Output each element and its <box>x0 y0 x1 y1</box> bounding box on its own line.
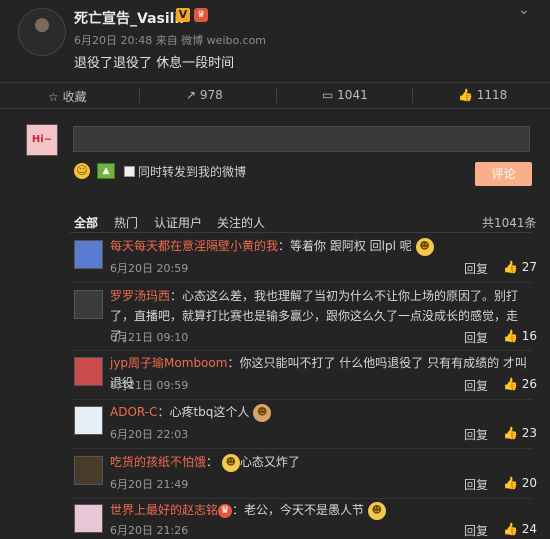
avatar[interactable] <box>74 240 103 269</box>
comment-like-button[interactable]: 👍 27 <box>503 260 537 274</box>
favorite-button[interactable]: ☆ 收藏 <box>48 88 87 105</box>
crown-icon: ♛ <box>194 8 208 22</box>
avatar[interactable] <box>74 406 103 435</box>
comment-like-button[interactable]: 👍 20 <box>503 476 537 490</box>
post-action-bar: ☆ 收藏 ↗ 978 ▭ 1041 👍 1118 <box>0 82 550 109</box>
divider <box>412 88 413 103</box>
thumbs-up-icon: 👍 <box>458 88 473 102</box>
comment-text: ：老公，今天不是愚人节 <box>232 503 365 517</box>
chevron-down-icon[interactable]: ⌄ <box>518 2 530 18</box>
forward-icon: ↗ <box>186 88 197 102</box>
divider <box>70 448 532 449</box>
crown-icon: ♛ <box>218 503 233 518</box>
thumbs-up-icon: 👍 <box>503 377 518 391</box>
thumbs-up-icon: 👍 <box>503 260 518 274</box>
thumbs-up-icon: 👍 <box>503 329 518 343</box>
divider <box>70 350 532 351</box>
reply-button[interactable]: 回复 <box>464 426 488 443</box>
tab-verified[interactable]: 认证用户 <box>154 214 202 231</box>
comment-input[interactable] <box>73 126 530 152</box>
sticker-icon: ☻ <box>221 453 240 472</box>
thumbs-up-icon: 👍 <box>503 476 518 490</box>
comment-button[interactable]: ▭ 1041 <box>322 88 368 102</box>
avatar[interactable] <box>74 456 103 485</box>
sticker-icon: ☻ <box>415 237 434 256</box>
avatar[interactable] <box>74 504 103 533</box>
comment-author[interactable]: 罗罗汤玛西 <box>110 289 170 303</box>
repost-checkbox[interactable] <box>124 166 135 177</box>
repost-label: 同时转发到我的微博 <box>138 165 247 179</box>
comment-like-button[interactable]: 👍 26 <box>503 377 537 391</box>
comment-author[interactable]: 世界上最好的赵志铭 <box>110 503 218 517</box>
reply-button[interactable]: 回复 <box>464 260 488 277</box>
comment-like-button[interactable]: 👍 23 <box>503 426 537 440</box>
post-text: 退役了退役了 休息一段时间 <box>74 56 235 71</box>
thumbs-up-icon: 👍 <box>503 522 518 536</box>
reply-button[interactable]: 回复 <box>464 329 488 346</box>
thumbs-up-icon: 👍 <box>503 426 518 440</box>
tab-hot[interactable]: 热门 <box>114 214 138 231</box>
tab-all[interactable]: 全部 <box>74 214 98 231</box>
divider <box>70 399 532 400</box>
reply-button[interactable]: 回复 <box>464 522 488 539</box>
forward-button[interactable]: ↗ 978 <box>186 88 223 102</box>
comment-author[interactable]: 吃货的孩纸不怕饿 <box>110 455 206 469</box>
comment-icon: ▭ <box>322 88 334 102</box>
tab-following[interactable]: 关注的人 <box>217 214 265 231</box>
author-name[interactable]: 死亡宣告_Vasilii <box>74 8 184 28</box>
comment-text: ：心疼tbq这个人 <box>157 405 250 419</box>
sticker-icon: ☻ <box>367 501 386 520</box>
reply-button[interactable]: 回复 <box>464 476 488 493</box>
comment-time: 6月20日 22:03 <box>110 428 189 441</box>
comment-text: ： <box>206 455 219 469</box>
comment-time: 6月20日 21:49 <box>110 478 189 491</box>
comment-like-button[interactable]: 👍 16 <box>503 329 537 343</box>
comment-time: 6月21日 09:59 <box>110 379 189 392</box>
divider <box>276 88 277 103</box>
my-avatar: Hi~ <box>26 124 58 156</box>
comment-time: 6月20日 21:26 <box>110 524 189 537</box>
comment-text: 心态又炸了 <box>239 455 300 469</box>
submit-comment-button[interactable]: 评论 <box>475 162 532 186</box>
comment-like-button[interactable]: 👍 24 <box>503 522 537 536</box>
comment-total: 共1041条 <box>482 216 537 230</box>
divider <box>70 232 532 233</box>
divider <box>70 498 532 499</box>
verified-badge: V <box>176 8 190 22</box>
author-avatar[interactable] <box>18 8 66 56</box>
comment-author[interactable]: 每天每天都在意淫隔壁小黄的我 <box>110 239 278 253</box>
like-button[interactable]: 👍 1118 <box>458 88 507 102</box>
comment-author[interactable]: ADOR-C <box>110 405 157 419</box>
comment-author[interactable]: jyp周子瑜Momboom <box>110 356 227 370</box>
reply-button[interactable]: 回复 <box>464 377 488 394</box>
post-meta: 6月20日 20:48 来自 微博 weibo.com <box>74 34 267 47</box>
comment-time: 6月20日 20:59 <box>110 262 189 275</box>
emoji-icon[interactable]: ☺ <box>74 163 90 179</box>
comment-time: 6月21日 09:10 <box>110 331 189 344</box>
divider <box>70 282 532 283</box>
sticker-icon: ☻ <box>253 403 272 422</box>
image-icon[interactable]: ▲ <box>97 163 115 179</box>
avatar[interactable] <box>74 357 103 386</box>
divider <box>139 88 140 103</box>
star-icon: ☆ <box>48 90 59 104</box>
avatar[interactable] <box>74 290 103 319</box>
comment-text: ：等着你 跟阿权 回lpl 呢 <box>278 239 412 253</box>
